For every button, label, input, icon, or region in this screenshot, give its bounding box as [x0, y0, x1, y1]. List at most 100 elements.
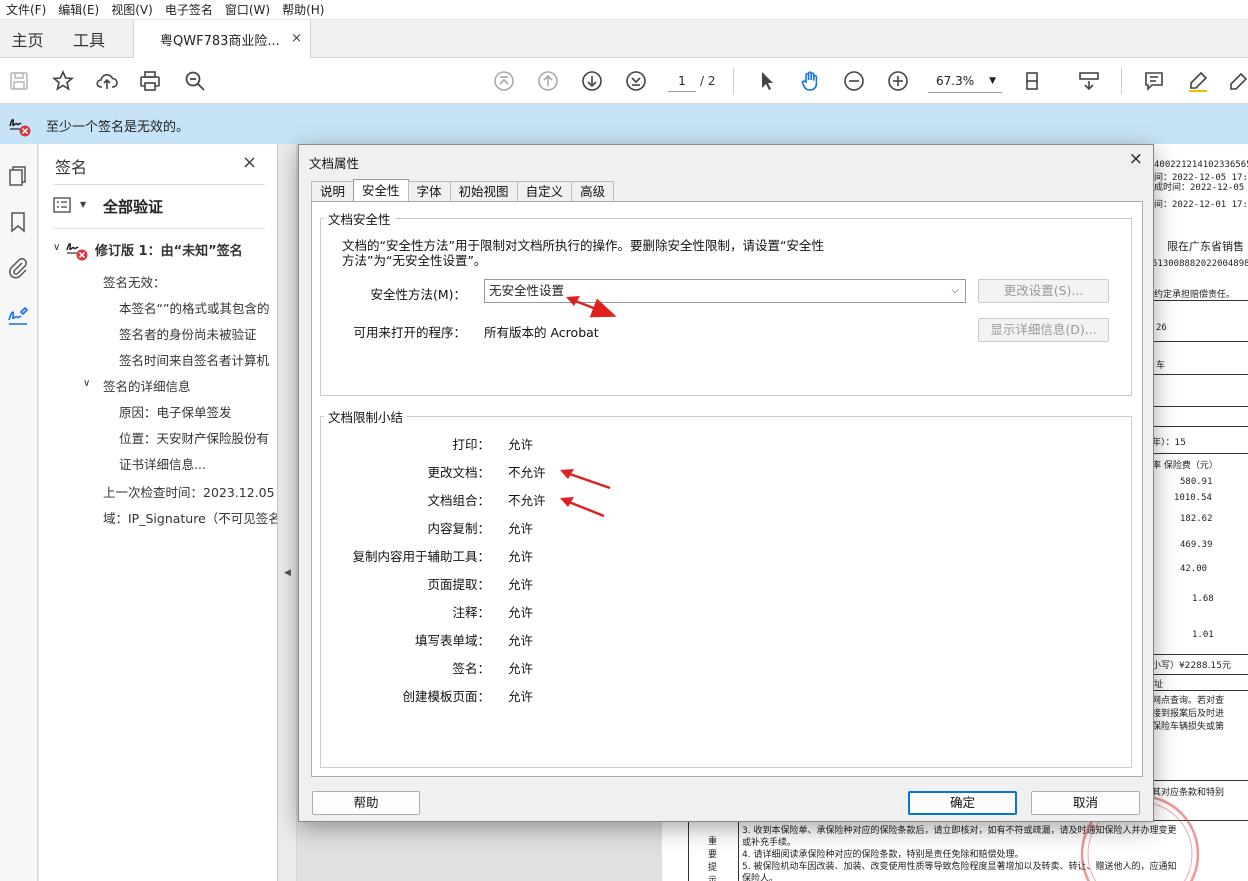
- doc-rule: [1150, 374, 1248, 375]
- open-with-value: 所有版本的 Acrobat: [484, 325, 599, 340]
- doc-text: 网点查询。若对查: [1152, 696, 1225, 706]
- page-fit-icon[interactable]: [1022, 68, 1048, 94]
- cloud-upload-icon[interactable]: [94, 68, 120, 94]
- menu-help[interactable]: 帮助(H): [276, 1, 330, 18]
- menu-file[interactable]: 文件(F): [0, 1, 52, 18]
- restriction-value: 允许: [508, 689, 534, 704]
- doc-text: 580.91: [1180, 477, 1213, 487]
- zoom-out-icon[interactable]: [841, 68, 867, 94]
- signature-invalid-icon: [66, 243, 88, 261]
- doc-text: 26: [1156, 323, 1167, 333]
- dialog-tab-content: 文档安全性 文档的“安全性方法”用于限制对文档所执行的操作。要删除安全性限制，请…: [311, 201, 1143, 777]
- revision-label[interactable]: 修订版 1：由“未知”签名: [95, 240, 243, 259]
- zoom-in-icon[interactable]: [885, 68, 911, 94]
- doc-text: 示: [708, 876, 718, 881]
- highlight-pen-icon[interactable]: [1185, 68, 1211, 94]
- panel-collapse-handle[interactable]: ◀: [279, 144, 297, 881]
- doc-text: 1010.54: [1174, 493, 1212, 503]
- restriction-label: 内容复制：: [427, 521, 490, 536]
- restriction-label: 注释：: [452, 605, 490, 620]
- signature-panel-icon[interactable]: [6, 304, 30, 328]
- comment-icon[interactable]: [1141, 68, 1167, 94]
- show-details-button[interactable]: 显示详细信息(D)...: [978, 318, 1109, 342]
- page-total: / 2: [700, 74, 716, 88]
- security-description-line2: 方法”为“无安全性设置”。: [342, 253, 487, 268]
- prev-page-icon[interactable]: [535, 68, 561, 94]
- tab-custom[interactable]: 自定义: [516, 181, 573, 201]
- menu-edit[interactable]: 编辑(E): [52, 1, 105, 18]
- zoom-level-select[interactable]: 67.3% ▼: [928, 69, 1002, 93]
- security-method-select[interactable]: 无安全性设置 ⌵: [484, 279, 966, 303]
- doc-text: 1.68: [1192, 594, 1214, 604]
- signature-details-header[interactable]: 签名的详细信息: [103, 376, 191, 395]
- doc-text: 成时间：2022-12-05: [1154, 183, 1245, 193]
- restriction-label: 签名：: [452, 661, 490, 676]
- draw-sign-icon[interactable]: [1226, 68, 1248, 94]
- doc-rule: [1150, 674, 1248, 675]
- doc-rule: [1150, 690, 1248, 691]
- doc-text: 重: [708, 837, 718, 847]
- hand-tool-icon[interactable]: [797, 68, 823, 94]
- doc-text: 40022121410233656518: [1154, 160, 1248, 170]
- tab-security[interactable]: 安全性: [353, 179, 409, 201]
- pages-icon[interactable]: [6, 164, 30, 188]
- cancel-button[interactable]: 取消: [1031, 791, 1140, 815]
- close-icon[interactable]: ×: [1129, 149, 1143, 169]
- select-cursor-icon[interactable]: [754, 68, 780, 94]
- doc-rule: [688, 820, 689, 881]
- verify-all-button[interactable]: 全部验证: [103, 196, 163, 217]
- search-zoom-icon[interactable]: [182, 68, 208, 94]
- help-button[interactable]: 帮助: [312, 791, 420, 815]
- next-page-icon[interactable]: [579, 68, 605, 94]
- ok-button[interactable]: 确定: [908, 791, 1017, 815]
- options-menu-icon[interactable]: [53, 197, 75, 215]
- signature-invalid-icon: [9, 118, 31, 137]
- signature-field: 域：IP_Signature（不可见签名: [103, 511, 278, 526]
- tab-fonts[interactable]: 字体: [407, 181, 451, 201]
- print-icon[interactable]: [137, 68, 163, 94]
- chevron-left-icon: ◀: [284, 568, 291, 578]
- first-page-icon[interactable]: [491, 68, 517, 94]
- doc-text: 提: [708, 863, 718, 873]
- tab-document[interactable]: 粤QWF783商业险... ×: [133, 20, 311, 58]
- security-group-label: 文档安全性: [324, 209, 395, 228]
- close-icon[interactable]: ×: [242, 152, 257, 173]
- tab-home[interactable]: 主页: [0, 20, 55, 58]
- tab-close-icon[interactable]: ×: [291, 31, 302, 46]
- last-page-icon[interactable]: [623, 68, 649, 94]
- doc-text: 保险车辆损失或第: [1152, 722, 1225, 732]
- star-icon[interactable]: [50, 68, 76, 94]
- page-number-input[interactable]: 1: [668, 70, 696, 92]
- tab-tools[interactable]: 工具: [55, 20, 123, 58]
- tab-document-label: 粤QWF783商业险...: [160, 33, 280, 49]
- doc-text: 182.62: [1180, 514, 1213, 524]
- certificate-details-link[interactable]: 证书详细信息...: [119, 454, 206, 473]
- doc-rule: [1150, 654, 1248, 655]
- chevron-down-icon[interactable]: ▼: [80, 200, 86, 209]
- doc-text: 小写）¥2288.15元: [1152, 661, 1231, 671]
- tab-initial-view[interactable]: 初始视图: [449, 181, 518, 201]
- zoom-level-value: 67.3%: [936, 74, 975, 88]
- restriction-label: 更改文档：: [427, 465, 490, 480]
- menu-esign[interactable]: 电子签名: [159, 1, 219, 18]
- menu-view[interactable]: 视图(V): [105, 1, 159, 18]
- menu-bar: 文件(F) 编辑(E) 视图(V) 电子签名 窗口(W) 帮助(H): [0, 0, 1248, 20]
- chevron-down-icon[interactable]: ∨: [83, 378, 90, 389]
- doc-text: 车: [1156, 361, 1166, 371]
- menu-window[interactable]: 窗口(W): [219, 1, 276, 18]
- signature-reason: 原因：电子保单签发: [119, 405, 232, 420]
- toolbar: 1 / 2 67.3% ▼: [0, 58, 1248, 104]
- tab-advanced[interactable]: 高级: [571, 181, 615, 201]
- change-settings-button[interactable]: 更改设置(S)...: [978, 279, 1109, 303]
- attachment-icon[interactable]: [6, 256, 30, 280]
- toolbar-divider: [1121, 68, 1122, 94]
- scroll-mode-icon[interactable]: [1076, 68, 1102, 94]
- chevron-down-icon[interactable]: ∨: [53, 242, 60, 253]
- tab-description[interactable]: 说明: [311, 181, 355, 201]
- bookmark-icon[interactable]: [6, 210, 30, 234]
- signature-invalid-label: 签名无效：: [103, 275, 166, 290]
- doc-text: 接到报案后及时进: [1152, 709, 1225, 719]
- divider: [53, 228, 265, 229]
- doc-text: 率 保险费（元）: [1152, 461, 1218, 471]
- save-icon[interactable]: [6, 68, 32, 94]
